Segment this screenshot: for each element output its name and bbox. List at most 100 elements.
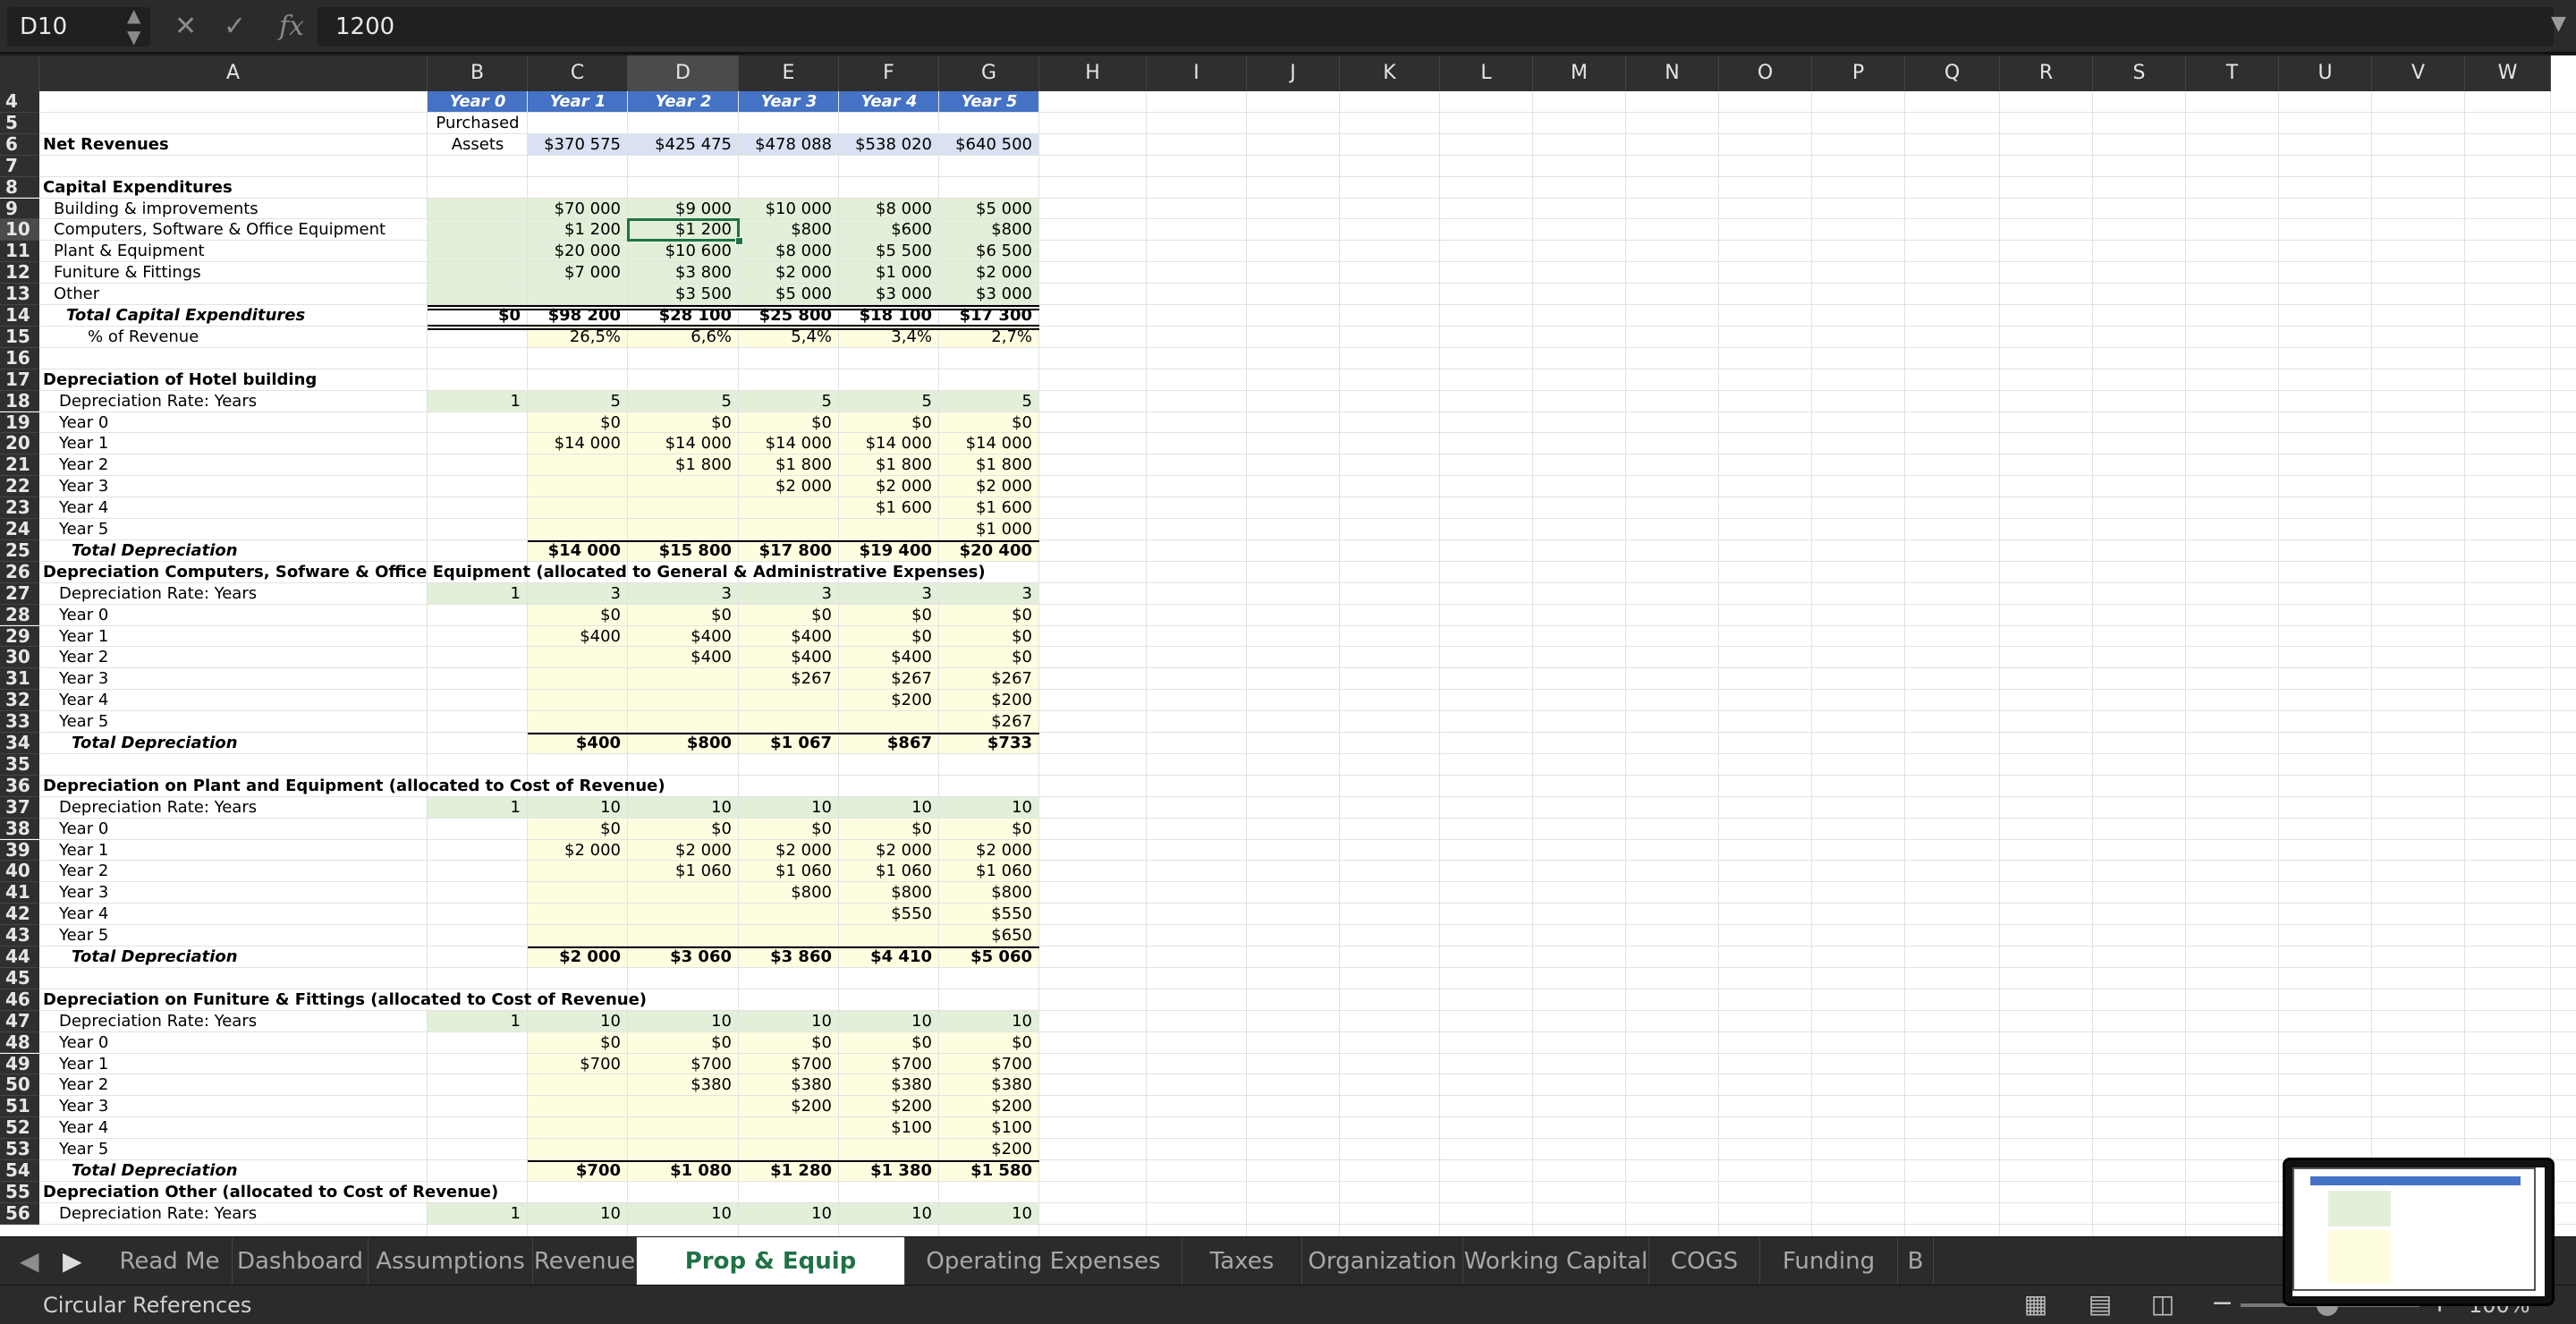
sheet-tab-revenue[interactable]: Revenue xyxy=(533,1237,637,1286)
cell-d39[interactable]: $2 000 xyxy=(628,840,739,861)
sheet-tab-assumptions[interactable]: Assumptions xyxy=(369,1237,533,1286)
cell-e15[interactable]: 5,4% xyxy=(739,327,839,348)
cell-c14[interactable]: $98 200 xyxy=(528,305,628,327)
row-header-27[interactable]: 27 xyxy=(0,582,39,605)
cell-c19[interactable]: $0 xyxy=(528,412,628,434)
row-header-47[interactable]: 47 xyxy=(0,1010,39,1032)
cell-f18[interactable]: 5 xyxy=(839,391,939,412)
cell-d29[interactable]: $400 xyxy=(628,626,739,648)
cell-a46[interactable]: Depreciation on Funiture & Fittings (all… xyxy=(39,989,647,1011)
cell-c39[interactable]: $2 000 xyxy=(528,840,628,861)
cell-c29[interactable]: $400 xyxy=(528,626,628,648)
cell-f41[interactable]: $800 xyxy=(839,882,939,904)
cell-e37[interactable]: 10 xyxy=(739,797,839,819)
cell-e9[interactable]: $10 000 xyxy=(739,199,839,220)
status-circular-references[interactable]: Circular References xyxy=(43,1291,251,1320)
sheet-tab-working-capital[interactable]: Working Capital xyxy=(1463,1237,1649,1286)
cell-e30[interactable]: $400 xyxy=(739,647,839,668)
cell-b56[interactable]: 1 xyxy=(428,1203,528,1225)
cell-f47[interactable]: 10 xyxy=(839,1011,939,1032)
cell-d49[interactable]: $700 xyxy=(628,1054,739,1075)
cell-f40[interactable]: $1 060 xyxy=(839,861,939,882)
cell-a39[interactable]: Year 1 xyxy=(39,840,108,861)
cell-d6[interactable]: $425 475 xyxy=(628,134,739,156)
cell-a31[interactable]: Year 3 xyxy=(39,668,108,690)
cell-g25[interactable]: $20 400 xyxy=(939,540,1039,562)
row-header-28[interactable]: 28 xyxy=(0,604,39,626)
year-header-g[interactable]: Year 5 xyxy=(939,91,1039,113)
cell-g37[interactable]: 10 xyxy=(939,797,1039,819)
cell-g34[interactable]: $733 xyxy=(939,733,1039,754)
row-header-41[interactable]: 41 xyxy=(0,881,39,904)
cell-g29[interactable]: $0 xyxy=(939,626,1039,648)
cell-g39[interactable]: $2 000 xyxy=(939,840,1039,861)
cell-a20[interactable]: Year 1 xyxy=(39,433,108,454)
cancel-icon[interactable]: ✕ xyxy=(174,9,197,45)
cell-g44[interactable]: $5 060 xyxy=(939,946,1039,968)
cell-f20[interactable]: $14 000 xyxy=(839,433,939,454)
cell-f15[interactable]: 3,4% xyxy=(839,327,939,348)
cell-d18[interactable]: 5 xyxy=(628,391,739,412)
cell-f52[interactable]: $100 xyxy=(839,1117,939,1139)
row-header-45[interactable]: 45 xyxy=(0,967,39,989)
cell-g13[interactable]: $3 000 xyxy=(939,284,1039,305)
cell-c37[interactable]: 10 xyxy=(528,797,628,819)
cell-f6[interactable]: $538 020 xyxy=(839,134,939,156)
cell-b14[interactable]: $0 xyxy=(428,305,528,327)
row-header-42[interactable]: 42 xyxy=(0,903,39,926)
function-icon[interactable]: fx xyxy=(279,9,304,45)
sheet-tab-prop-equip-depreciation[interactable]: Prop & Equip Depreciation xyxy=(637,1237,905,1323)
formula-input[interactable]: 1200 xyxy=(318,7,2554,47)
cell-g52[interactable]: $100 xyxy=(939,1117,1039,1139)
cell-c10[interactable]: $1 200 xyxy=(528,219,628,241)
cell-a48[interactable]: Year 0 xyxy=(39,1032,108,1054)
cell-d21[interactable]: $1 800 xyxy=(628,454,739,476)
cell-e51[interactable]: $200 xyxy=(739,1096,839,1117)
cell-c56[interactable]: 10 xyxy=(528,1203,628,1225)
cell-e18[interactable]: 5 xyxy=(739,391,839,412)
row-header-29[interactable]: 29 xyxy=(0,625,39,648)
cell-g20[interactable]: $14 000 xyxy=(939,433,1039,454)
cell-d28[interactable]: $0 xyxy=(628,605,739,626)
cell-d13[interactable]: $3 500 xyxy=(628,284,739,305)
cell-g14[interactable]: $17 300 xyxy=(939,305,1039,327)
column-header-u[interactable]: U xyxy=(2279,55,2372,91)
cell-g32[interactable]: $200 xyxy=(939,690,1039,711)
column-header-e[interactable]: E xyxy=(739,55,839,91)
cell-a14[interactable]: Total Capital Expenditures xyxy=(39,305,305,327)
row-header-25[interactable]: 25 xyxy=(0,539,39,562)
column-header-c[interactable]: C xyxy=(528,55,628,91)
cell-a29[interactable]: Year 1 xyxy=(39,626,108,648)
cell-d34[interactable]: $800 xyxy=(628,733,739,754)
cell-d9[interactable]: $9 000 xyxy=(628,199,739,220)
cell-f28[interactable]: $0 xyxy=(839,605,939,626)
row-header-7[interactable]: 7 xyxy=(0,155,39,177)
cell-d20[interactable]: $14 000 xyxy=(628,433,739,454)
zoom-out-icon[interactable]: − xyxy=(2211,1287,2233,1319)
chevron-down-icon[interactable]: ▼ xyxy=(2551,13,2566,35)
cell-g10[interactable]: $800 xyxy=(939,219,1039,241)
row-header-23[interactable]: 23 xyxy=(0,496,39,519)
cell-g30[interactable]: $0 xyxy=(939,647,1039,668)
cell-c27[interactable]: 3 xyxy=(528,583,628,605)
cell-a49[interactable]: Year 1 xyxy=(39,1054,108,1075)
cell-c12[interactable]: $7 000 xyxy=(528,262,628,284)
cell-c34[interactable]: $400 xyxy=(528,733,628,754)
spreadsheet-grid[interactable]: Purchased Net Revenues Assets $370 575 $425 … xyxy=(0,55,2576,1236)
cell-a51[interactable]: Year 3 xyxy=(39,1096,108,1117)
cell-a54[interactable]: Total Depreciation xyxy=(39,1160,238,1182)
stepper-up-icon[interactable]: ▲ xyxy=(127,5,140,25)
row-header-38[interactable]: 38 xyxy=(0,818,39,840)
cell-g15[interactable]: 2,7% xyxy=(939,327,1039,348)
column-header-m[interactable]: M xyxy=(1533,55,1626,91)
stepper-down-icon[interactable]: ▼ xyxy=(127,27,140,47)
cell-a43[interactable]: Year 5 xyxy=(39,925,108,946)
column-header-f[interactable]: F xyxy=(839,55,939,91)
sheet-tab-funding[interactable]: Funding xyxy=(1760,1237,1898,1286)
cell-a23[interactable]: Year 4 xyxy=(39,497,108,519)
cell-e6[interactable]: $478 088 xyxy=(739,134,839,156)
cell-a42[interactable]: Year 4 xyxy=(39,904,108,925)
cell-c28[interactable]: $0 xyxy=(528,605,628,626)
cell-e31[interactable]: $267 xyxy=(739,668,839,690)
cell-e34[interactable]: $1 067 xyxy=(739,733,839,754)
